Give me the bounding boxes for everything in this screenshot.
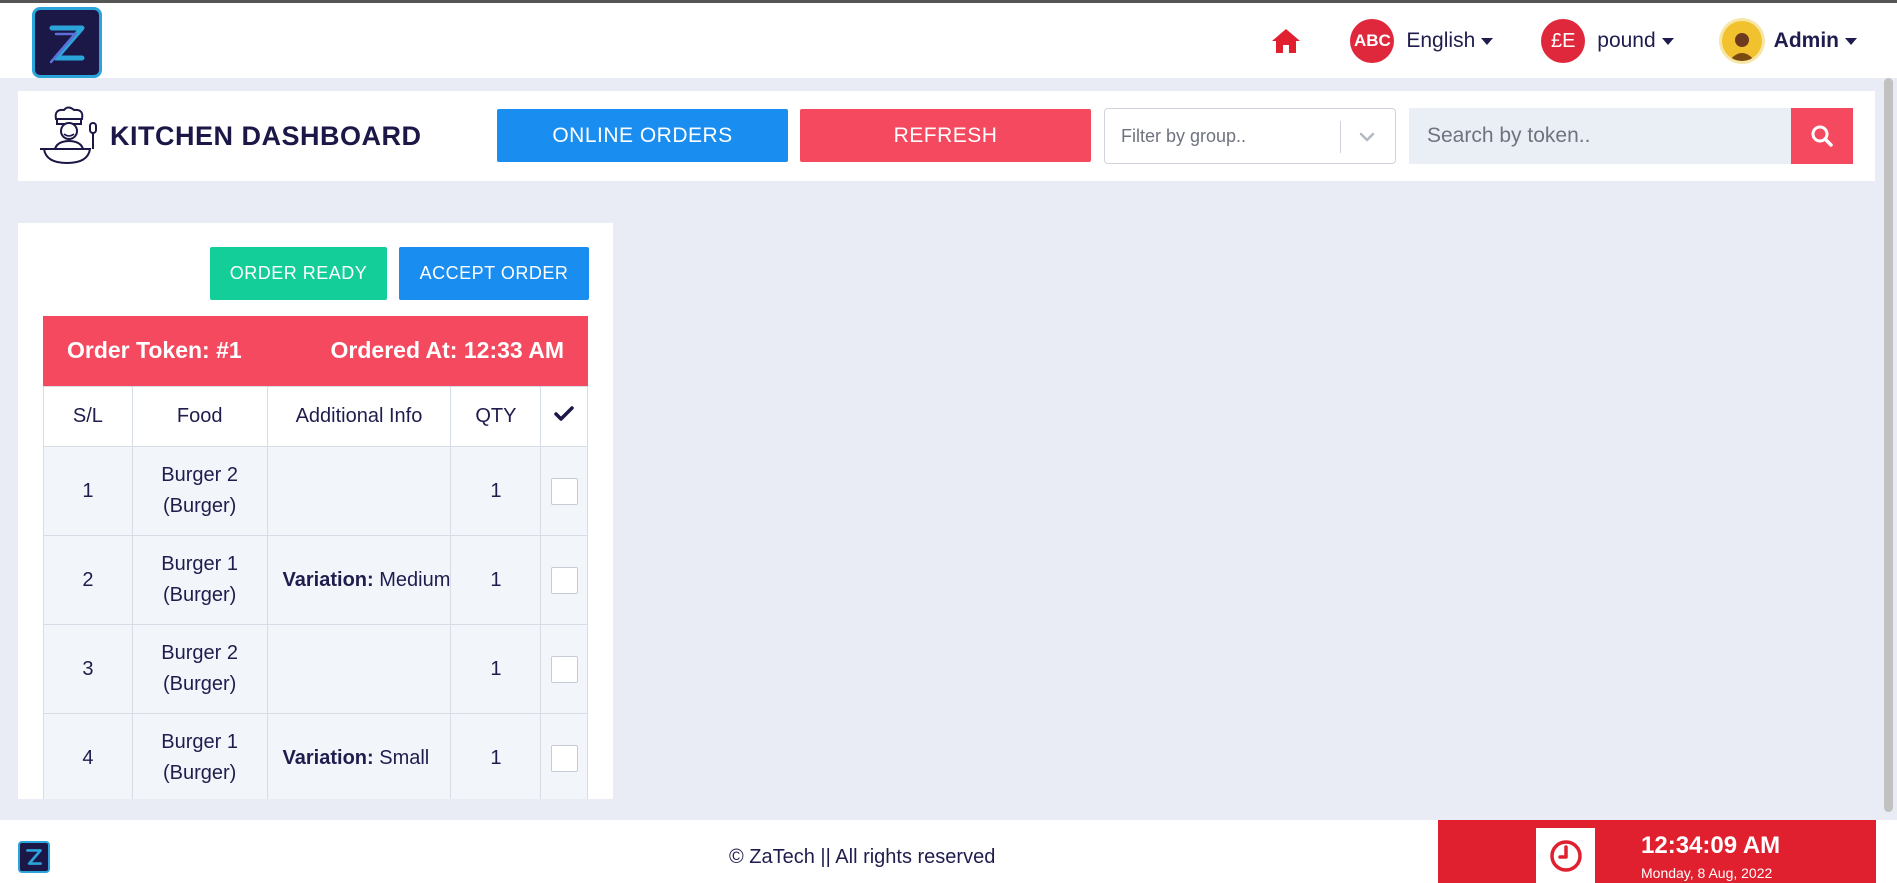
ordered-at: Ordered At: 12:33 AM — [330, 337, 564, 363]
info-value: Medium — [379, 568, 451, 591]
app-logo[interactable] — [32, 7, 102, 78]
dashboard-header: KITCHEN DASHBOARD ONLINE ORDERS REFRESH … — [18, 91, 1875, 181]
row-check-cell — [540, 446, 588, 536]
language-dropdown[interactable]: ABC English — [1350, 19, 1494, 63]
row-qty: 1 — [450, 624, 542, 714]
food-category: (Burger) — [162, 673, 237, 695]
table-row: 3 Burger 2 (Burger) 1 — [43, 624, 588, 714]
language-label: English — [1406, 29, 1476, 52]
row-check-cell — [540, 713, 588, 799]
row-qty: 1 — [450, 446, 542, 536]
row-sl: 3 — [43, 624, 133, 714]
row-food: Burger 1 (Burger) — [131, 535, 268, 625]
order-ready-button[interactable]: ORDER READY — [210, 247, 387, 300]
food-name: Burger 1 — [161, 553, 239, 575]
table-row: 2 Burger 1 (Burger) Variation: Medium 1 — [43, 535, 588, 625]
chef-icon — [40, 106, 97, 165]
search-icon — [1811, 125, 1833, 147]
food-category: (Burger) — [162, 584, 237, 606]
row-qty: 1 — [450, 713, 542, 799]
search-input[interactable] — [1409, 108, 1791, 164]
order-token: Order Token: #1 — [67, 337, 242, 363]
column-header-food: Food — [131, 386, 268, 447]
item-checkbox[interactable] — [550, 566, 578, 594]
row-check-cell — [540, 624, 588, 714]
table-row: 1 Burger 2 (Burger) 1 — [43, 446, 588, 536]
row-sl: 2 — [43, 535, 133, 625]
column-header-sl: S/L — [43, 386, 133, 447]
row-food: Burger 2 (Burger) — [131, 624, 268, 714]
zatech-logo-icon — [49, 25, 85, 63]
row-food: Burger 1 (Burger) — [131, 713, 268, 799]
page-scrollbar[interactable] — [1880, 78, 1897, 820]
table-header-row: S/L Food Additional Info QTY — [43, 386, 588, 447]
row-sl: 4 — [43, 713, 133, 799]
column-header-check — [540, 386, 588, 447]
item-checkbox[interactable] — [550, 744, 578, 772]
row-qty: 1 — [450, 535, 542, 625]
order-token-header: Order Token: #1 Ordered At: 12:33 AM — [43, 316, 588, 386]
clock-time: 12:34:09 AM — [1641, 832, 1781, 859]
filter-placeholder: Filter by group.. — [1121, 126, 1247, 146]
row-info — [266, 446, 452, 536]
order-items-table: S/L Food Additional Info QTY 1 Burger 2 (… — [43, 386, 588, 799]
scrollbar-thumb[interactable] — [1884, 78, 1893, 812]
refresh-button[interactable]: REFRESH — [800, 109, 1091, 162]
clock-icon-box — [1536, 828, 1595, 883]
token-search-box — [1409, 108, 1791, 164]
nav-right: ABC English £E pound Admin — [1270, 18, 1857, 64]
food-category: (Burger) — [162, 762, 237, 784]
row-sl: 1 — [43, 446, 133, 536]
item-checkbox[interactable] — [550, 655, 578, 683]
user-dropdown[interactable]: Admin — [1721, 21, 1857, 61]
row-food: Burger 2 (Burger) — [131, 446, 268, 536]
column-header-qty: QTY — [450, 386, 542, 447]
food-name: Burger 2 — [161, 464, 239, 486]
info-label: Variation: — [282, 746, 374, 769]
footer-logo — [18, 841, 50, 873]
copyright-text: © ZaTech || All rights reserved — [729, 846, 996, 868]
chevron-down-icon — [1359, 132, 1375, 142]
caret-down-icon — [1845, 37, 1857, 45]
food-name: Burger 2 — [161, 642, 239, 664]
clock-panel: 12:34:09 AM Monday, 8 Aug, 2022 — [1438, 820, 1876, 883]
search-button[interactable] — [1791, 108, 1853, 164]
user-label: Admin — [1773, 29, 1839, 52]
column-header-info: Additional Info — [266, 386, 452, 447]
top-navbar: ABC English £E pound Admin — [0, 0, 1897, 78]
food-category: (Burger) — [162, 495, 237, 517]
caret-down-icon — [1481, 37, 1494, 45]
home-icon[interactable] — [1270, 25, 1302, 57]
table-row: 4 Burger 1 (Burger) Variation: Small 1 — [43, 713, 588, 799]
order-card: ORDER READY ACCEPT ORDER Order Token: #1… — [18, 223, 613, 799]
avatar — [1721, 21, 1762, 61]
row-info — [266, 624, 452, 714]
brand: KITCHEN DASHBOARD — [38, 105, 422, 167]
language-badge: ABC — [1350, 19, 1395, 63]
row-info: Variation: Medium — [266, 535, 452, 625]
footer: © ZaTech || All rights reserved 12:34:09… — [0, 820, 1897, 883]
info-value: Small — [379, 746, 430, 769]
select-divider — [1340, 121, 1341, 153]
zatech-logo-icon — [26, 849, 42, 865]
item-checkbox[interactable] — [550, 477, 578, 505]
row-check-cell — [540, 535, 588, 625]
food-name: Burger 1 — [161, 731, 239, 753]
currency-badge: £E — [1541, 19, 1586, 63]
clock-date: Monday, 8 Aug, 2022 — [1641, 865, 1773, 881]
filter-group-select[interactable]: Filter by group.. — [1104, 108, 1396, 164]
info-label: Variation: — [282, 568, 374, 591]
row-info: Variation: Small — [266, 713, 452, 799]
currency-dropdown[interactable]: £E pound — [1541, 19, 1674, 63]
clock-icon — [1549, 839, 1582, 872]
caret-down-icon — [1661, 37, 1674, 45]
online-orders-button[interactable]: ONLINE ORDERS — [497, 109, 788, 162]
accept-order-button[interactable]: ACCEPT ORDER — [399, 247, 589, 300]
page-title: KITCHEN DASHBOARD — [110, 120, 422, 151]
currency-label: pound — [1597, 29, 1656, 52]
check-icon — [554, 406, 574, 421]
